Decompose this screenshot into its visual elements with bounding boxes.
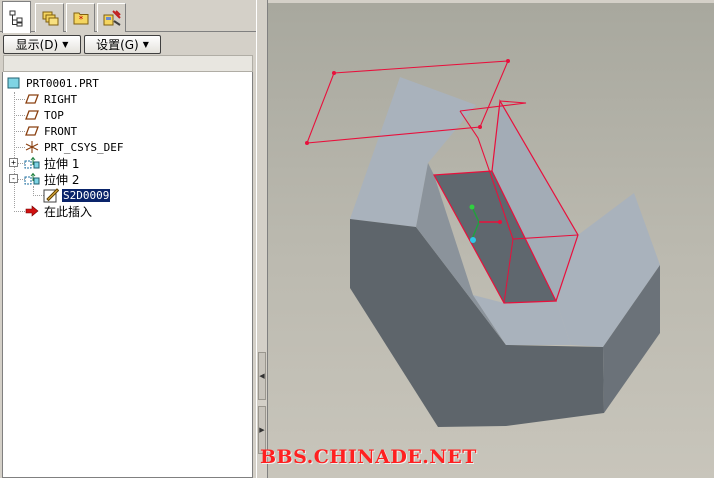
site-watermark: BBS.CHINADE.NET	[260, 446, 477, 468]
tree-connector	[14, 92, 15, 208]
tree-item-label: S2D0009	[62, 188, 111, 202]
tree-item-front[interactable]: FRONT	[24, 123, 78, 139]
tab-model-tree[interactable]	[2, 1, 31, 33]
tree-item-label: 在此插入	[44, 204, 93, 219]
dropdown-arrow-icon: ▼	[142, 40, 149, 49]
datum-plane-icon	[24, 123, 40, 139]
connections-icon	[103, 10, 121, 26]
plane-vertex-marker	[478, 125, 482, 129]
tree-item-top[interactable]: TOP	[24, 107, 65, 123]
part-face-front-bottom	[506, 345, 604, 426]
part-icon	[6, 75, 22, 91]
plane-vertex-marker	[506, 59, 510, 63]
tree-item-label: TOP	[44, 108, 64, 122]
tree-item-label: PRT_CSYS_DEF	[44, 140, 124, 154]
navigator-toolbar: 显示(D) ▼ 设置(G) ▼	[0, 33, 256, 55]
dropdown-arrow-icon: ▼	[62, 40, 69, 49]
model-tree-icon	[9, 10, 22, 26]
triad-point-red	[498, 220, 502, 224]
folder-browser-icon	[42, 11, 58, 26]
tree-item-label: RIGHT	[44, 92, 78, 106]
sketch-icon	[43, 187, 59, 203]
model-tree[interactable]: PRT0001.PRT RIGHT TOP FRONT PRT_CSYS_DEF…	[2, 72, 253, 478]
tree-item-label: PRT0001.PRT	[26, 76, 99, 90]
collapse-left-arrow-icon[interactable]: ◀	[258, 352, 266, 400]
navigator-tabs: *	[0, 0, 256, 33]
datum-plane-icon	[24, 91, 40, 107]
tree-item-extrude-2[interactable]: 拉伸 2	[24, 171, 80, 187]
tree-item-insert-here[interactable]: 在此插入	[24, 203, 93, 219]
tab-folder-browser[interactable]	[35, 3, 64, 32]
panel-splitter[interactable]: ◀ ▶	[256, 0, 268, 478]
settings-dropdown-button[interactable]: 设置(G) ▼	[84, 35, 161, 54]
tree-item-extrude-1[interactable]: 拉伸 1	[24, 155, 80, 171]
app-window: * 显示(D) ▼ 设置(G) ▼ PRT0001.PRT RIGHT TOP …	[0, 0, 714, 478]
tree-item-label: FRONT	[44, 124, 78, 138]
tree-item-label: 拉伸 1	[44, 156, 80, 171]
plane-vertex-marker	[332, 71, 336, 75]
triad-point-cyan	[470, 237, 476, 243]
tab-favorites[interactable]: *	[66, 3, 95, 32]
datum-plane-icon	[24, 107, 40, 123]
settings-dropdown-label: 设置(G)	[96, 38, 139, 52]
tree-item-csys[interactable]: PRT_CSYS_DEF	[24, 139, 124, 155]
tab-connections[interactable]	[97, 3, 126, 32]
favorites-icon: *	[73, 12, 88, 25]
show-dropdown-button[interactable]: 显示(D) ▼	[3, 35, 81, 54]
expand-toggle[interactable]: +	[9, 158, 18, 167]
tree-item-right[interactable]: RIGHT	[24, 91, 78, 107]
insert-here-arrow-icon	[24, 203, 40, 219]
tree-column-header	[3, 55, 253, 72]
extrude-icon	[24, 171, 40, 187]
coordinate-system-icon	[24, 139, 40, 155]
tree-item-label: 拉伸 2	[44, 172, 80, 187]
graphics-viewport[interactable]	[268, 3, 714, 478]
plane-vertex-marker	[305, 141, 309, 145]
svg-text:*: *	[78, 15, 83, 25]
part-3d-view[interactable]	[268, 3, 714, 478]
show-dropdown-label: 显示(D)	[15, 38, 59, 52]
extrude-icon	[24, 155, 40, 171]
tree-root-item[interactable]: PRT0001.PRT	[6, 75, 100, 91]
tree-item-sketch[interactable]: S2D0009	[43, 187, 111, 203]
collapse-toggle[interactable]: -	[9, 174, 18, 183]
navigator-panel: * 显示(D) ▼ 设置(G) ▼ PRT0001.PRT RIGHT TOP …	[0, 0, 256, 478]
triad-point-green	[469, 204, 475, 210]
